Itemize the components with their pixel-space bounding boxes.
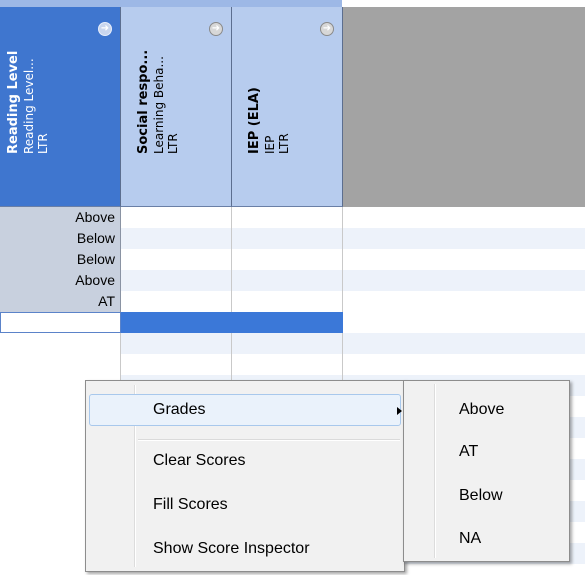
social-cell[interactable] — [121, 291, 232, 312]
reading-level-cell[interactable]: Below — [0, 228, 121, 249]
menu-item-fill-scores[interactable]: Fill Scores — [89, 489, 401, 521]
column-title: Reading Level — [6, 50, 21, 154]
iep-cell[interactable] — [232, 249, 343, 270]
submenu-item-at[interactable]: AT — [407, 431, 565, 473]
arrow-right-circle-icon[interactable]: ➜ — [98, 22, 112, 36]
submenu-item-label: Above — [459, 401, 505, 418]
submenu-item-na[interactable]: NA — [407, 518, 565, 560]
menu-item-label: Clear Scores — [153, 452, 246, 469]
social-cell-selected[interactable] — [121, 312, 232, 333]
iep-cell[interactable] — [232, 291, 343, 312]
arrow-right-circle-icon[interactable]: ➜ — [209, 22, 223, 36]
reading-level-cell[interactable]: AT — [0, 291, 121, 312]
column-type: LTR — [277, 133, 291, 154]
table-row: AT — [0, 291, 585, 312]
table-row — [0, 333, 585, 354]
iep-cell[interactable] — [232, 228, 343, 249]
column-subtitle: Learning Beha... — [152, 56, 166, 154]
column-title: IEP (ELA) — [247, 87, 262, 154]
column-header-reading-level[interactable]: ➜ Reading Level Reading Level... LTR — [0, 7, 121, 207]
column-subtitle: IEP — [263, 135, 277, 154]
column-type: LTR — [36, 133, 50, 154]
reading-level-cell[interactable]: Above — [0, 207, 121, 228]
chevron-right-icon — [397, 407, 402, 415]
column-header-social-responsibility[interactable]: ➜ Social respo... Learning Beha... LTR — [121, 7, 232, 207]
submenu-item-label: Below — [459, 487, 503, 504]
table-row: Above — [0, 207, 585, 228]
column-title: Social respo... — [136, 49, 151, 154]
submenu-item-above[interactable]: Above — [407, 389, 565, 431]
table-row: Below — [0, 228, 585, 249]
submenu-item-label: AT — [459, 443, 479, 460]
table-row-selected — [0, 312, 585, 333]
iep-cell-selected[interactable] — [232, 312, 343, 333]
table-row: Below — [0, 249, 585, 270]
menu-separator — [138, 439, 400, 441]
reading-level-cell[interactable]: Above — [0, 270, 121, 291]
column-type: LTR — [166, 133, 180, 154]
iep-cell[interactable] — [232, 207, 343, 228]
reading-level-cell[interactable]: Below — [0, 249, 121, 270]
table-row: Above — [0, 270, 585, 291]
menu-item-label: Grades — [153, 401, 206, 418]
table-row — [0, 354, 585, 375]
menu-item-grades[interactable]: Grades — [89, 394, 402, 426]
reading-level-edit-cell[interactable] — [0, 312, 121, 333]
header-top-strip — [0, 0, 585, 7]
context-menu: Grades Clear Scores Fill Scores Show Sco… — [85, 380, 405, 572]
social-cell[interactable] — [121, 228, 232, 249]
submenu-item-below[interactable]: Below — [407, 475, 565, 517]
menu-item-label: Fill Scores — [153, 496, 228, 513]
arrow-right-circle-icon[interactable]: ➜ — [320, 22, 334, 36]
menu-item-clear-scores[interactable]: Clear Scores — [89, 445, 401, 477]
empty-header-area — [343, 7, 585, 207]
grades-submenu: Above AT Below NA — [403, 380, 570, 562]
social-cell[interactable] — [121, 270, 232, 291]
menu-item-label: Show Score Inspector — [153, 540, 310, 557]
menu-item-show-score-inspector[interactable]: Show Score Inspector — [89, 533, 401, 565]
social-cell[interactable] — [121, 249, 232, 270]
social-cell[interactable] — [121, 207, 232, 228]
submenu-item-label: NA — [459, 530, 482, 547]
iep-cell[interactable] — [232, 270, 343, 291]
column-header-iep-ela[interactable]: ➜ IEP (ELA) IEP LTR — [232, 7, 343, 207]
column-subtitle: Reading Level... — [22, 58, 36, 154]
